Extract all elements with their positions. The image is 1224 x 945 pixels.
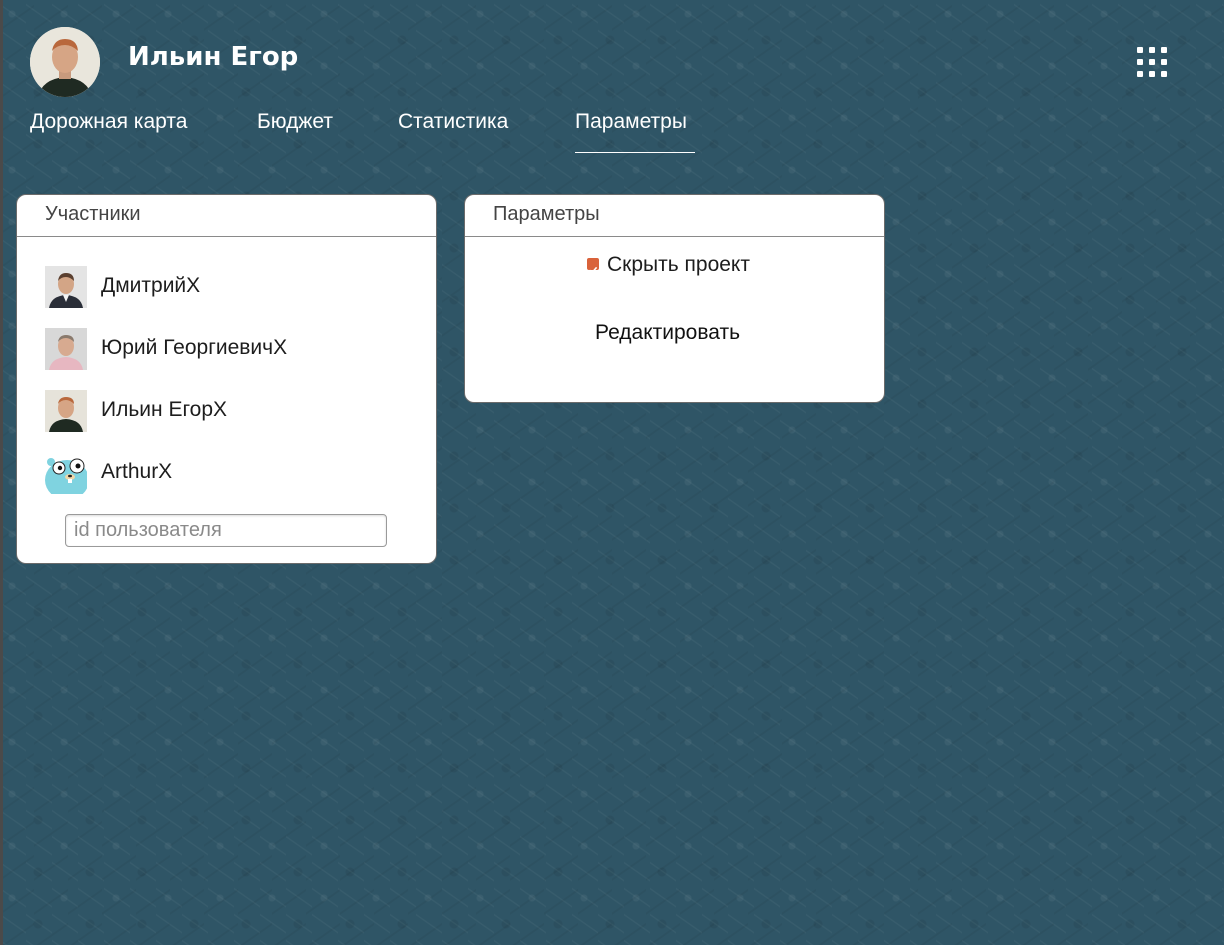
participants-title: Участники bbox=[45, 203, 141, 225]
settings-card: Параметры Скрыть проект Редактировать bbox=[464, 194, 885, 403]
apps-grid-icon[interactable] bbox=[1137, 47, 1167, 77]
person-photo-icon bbox=[30, 27, 100, 97]
member-name: Ильин ЕгорX bbox=[101, 398, 228, 421]
tab-statistics[interactable]: Статистика bbox=[398, 110, 508, 134]
list-item[interactable]: ArthurX bbox=[45, 452, 425, 494]
person-pink-avatar bbox=[45, 328, 87, 370]
participants-card: Участники ДмитрийX Юрий ГеоргиевичX Ильи… bbox=[16, 194, 437, 564]
user-avatar[interactable] bbox=[30, 27, 100, 97]
active-tab-indicator bbox=[575, 152, 695, 153]
checkbox-checked-icon[interactable] bbox=[587, 258, 599, 274]
member-name: ArthurX bbox=[101, 460, 173, 483]
user-id-input[interactable] bbox=[65, 514, 387, 547]
tab-roadmap[interactable]: Дорожная карта bbox=[30, 110, 187, 134]
gopher-avatar bbox=[45, 452, 87, 494]
divider bbox=[465, 236, 884, 237]
edit-button[interactable]: Редактировать bbox=[595, 321, 740, 345]
header: Ильин Егор Дорожная карта Бюджет Статист… bbox=[0, 0, 1224, 160]
user-name: Ильин Егор bbox=[128, 42, 299, 72]
person-suit-avatar bbox=[45, 266, 87, 308]
person-dark-avatar bbox=[45, 390, 87, 432]
member-name: Юрий ГеоргиевичX bbox=[101, 336, 288, 359]
list-item[interactable]: Юрий ГеоргиевичX bbox=[45, 328, 425, 370]
tab-parameters[interactable]: Параметры bbox=[575, 110, 687, 134]
settings-title: Параметры bbox=[493, 203, 600, 225]
list-item[interactable]: Ильин ЕгорX bbox=[45, 390, 425, 432]
tab-budget[interactable]: Бюджет bbox=[257, 110, 333, 134]
nav-tabs: Дорожная карта Бюджет Статистика Парамет… bbox=[0, 110, 900, 160]
member-name: ДмитрийX bbox=[101, 274, 201, 297]
hide-project-label: Скрыть проект bbox=[607, 253, 750, 276]
list-item[interactable]: ДмитрийX bbox=[45, 266, 425, 308]
divider bbox=[17, 236, 436, 237]
